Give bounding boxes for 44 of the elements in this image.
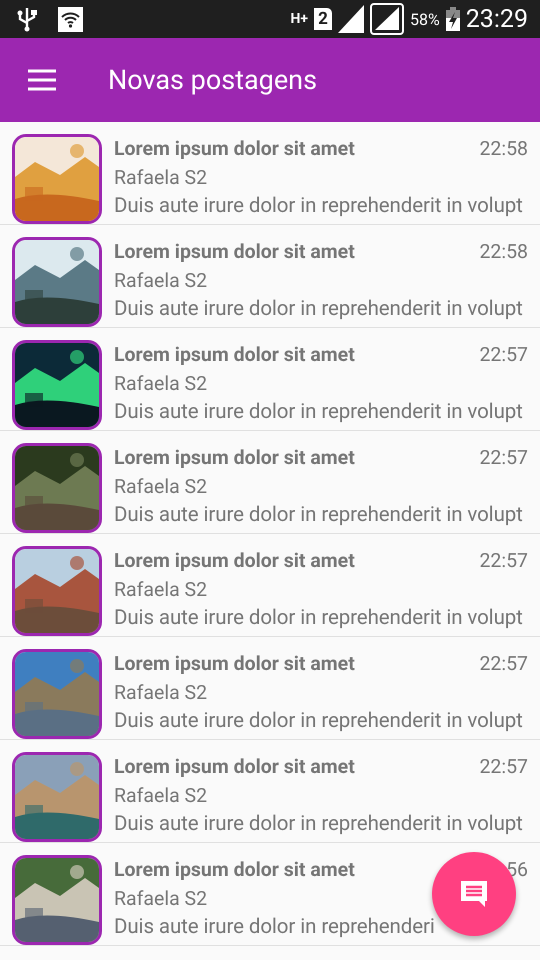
post-excerpt: Duis aute irure dolor in reprehenderit in volupt [114,399,523,426]
post-excerpt: Duis aute irure dolor in reprehenderit in volupt [114,193,523,220]
post-excerpt: Duis aute irure dolor in reprehenderit in volupt [114,708,523,735]
clock: 23:29 [466,4,528,34]
signal-icon [370,3,404,35]
post-excerpt: Duis aute irure dolor in reprehenderit in volupt [114,502,523,529]
usb-icon [16,6,38,32]
menu-icon [28,69,56,91]
message-icon [459,879,489,909]
post-time: 22:58 [479,136,528,162]
post-time: 22:57 [479,548,528,574]
post-author: Rafaela S2 [114,886,208,912]
post-time: 22:57 [479,754,528,780]
post-title: Lorem ipsum dolor sit amet [114,445,355,471]
post-author: Rafaela S2 [114,474,208,500]
post-title: Lorem ipsum dolor sit amet [114,754,355,780]
post-excerpt: Duis aute irure dolor in reprehenderit in volupt [114,605,523,632]
post-author: Rafaela S2 [114,783,208,809]
battery-charging-icon [446,7,460,31]
sim-badge: 2 [314,8,332,30]
post-title: Lorem ipsum dolor sit amet [114,136,355,162]
post-excerpt: Duis aute irure dolor in reprehenderi [114,914,435,941]
battery-level: 58% [410,10,440,28]
post-author: Rafaela S2 [114,268,208,294]
post-time: 22:57 [479,445,528,471]
post-title: Lorem ipsum dolor sit amet [114,651,355,677]
post-excerpt: Duis aute irure dolor in reprehenderit in volupt [114,811,523,838]
signal-icon [338,5,364,33]
wifi-icon [58,6,83,32]
network-type: H+ [290,12,308,26]
post-title: Lorem ipsum dolor sit amet [114,239,355,265]
post-title: Lorem ipsum dolor sit amet [114,857,355,883]
post-author: Rafaela S2 [114,680,208,706]
post-title: Lorem ipsum dolor sit amet [114,548,355,574]
post-author: Rafaela S2 [114,371,208,397]
menu-button[interactable] [28,69,56,91]
post-time: 22:57 [479,342,528,368]
post-author: Rafaela S2 [114,577,208,603]
screen-title: Novas postagens [108,64,317,96]
post-title: Lorem ipsum dolor sit amet [114,342,355,368]
post-time: 22:58 [479,239,528,265]
post-author: Rafaela S2 [114,165,208,191]
post-time: 22:57 [479,651,528,677]
post-excerpt: Duis aute irure dolor in reprehenderit in volupt [114,296,523,323]
